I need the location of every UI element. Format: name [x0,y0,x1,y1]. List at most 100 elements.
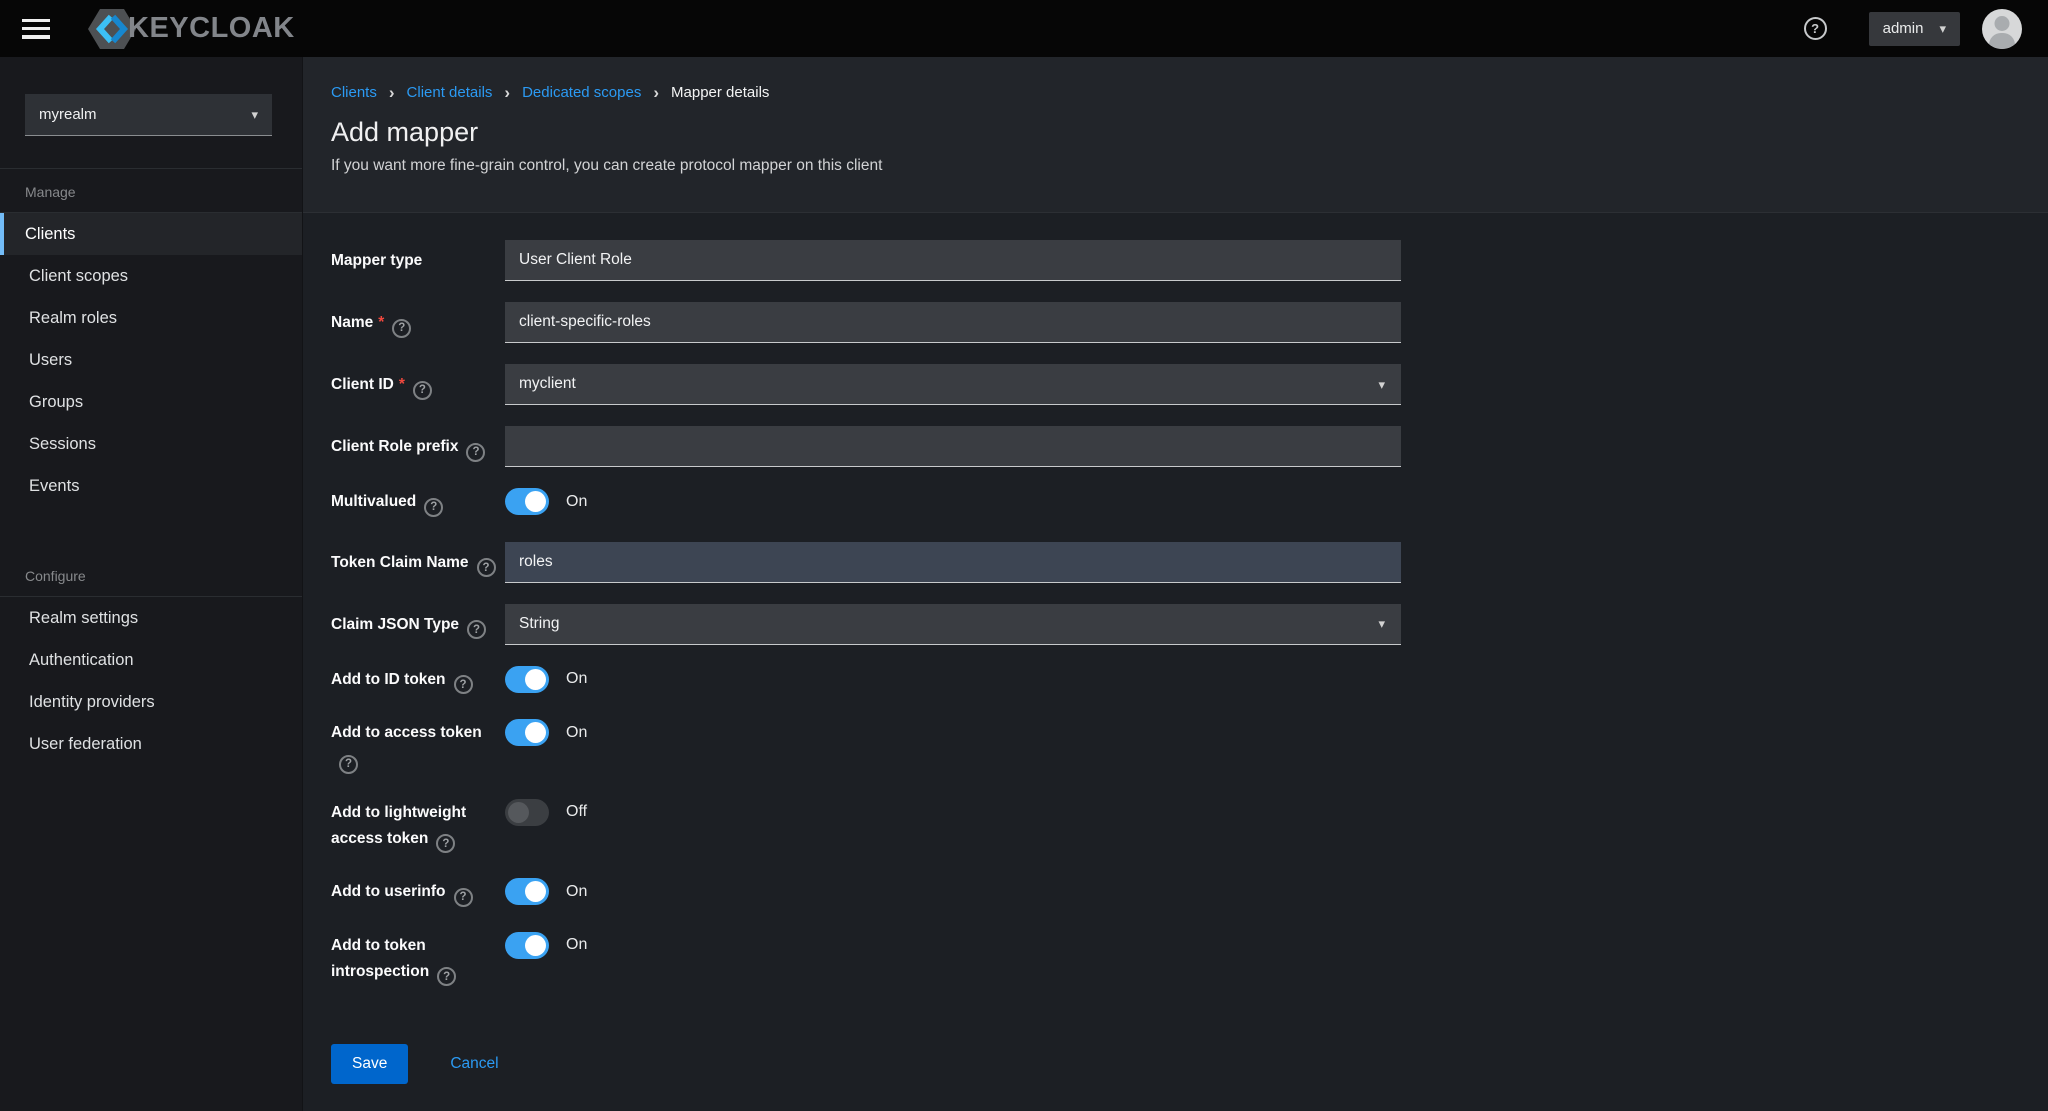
sidebar-item-identity-providers[interactable]: Identity providers [0,681,302,723]
sidebar-item-events[interactable]: Events [0,465,302,507]
toggle-state-label: On [566,670,587,688]
form-actions: Save Cancel [331,1044,2048,1084]
form-row-claim-json-type: Claim JSON Type? String ▾ [331,604,2048,645]
sidebar-item-sessions[interactable]: Sessions [0,423,302,465]
help-icon[interactable]: ? [454,675,473,694]
save-button[interactable]: Save [331,1044,408,1084]
help-icon[interactable]: ? [466,443,485,462]
claim-json-type-select[interactable]: String ▾ [505,604,1401,645]
caret-down-icon: ▾ [1378,617,1385,630]
required-asterisk: * [378,314,384,331]
add-to-id-token-toggle[interactable] [505,666,549,693]
breadcrumb-current: Mapper details [671,84,769,101]
sidebar-item-clients[interactable]: Clients [0,213,302,255]
sidebar-item-client-scopes[interactable]: Client scopes [0,255,302,297]
add-to-userinfo-toggle[interactable] [505,878,549,905]
keycloak-logo: KEYCLOAK [86,6,295,52]
name-input[interactable] [505,302,1401,343]
help-icon[interactable]: ? [413,381,432,400]
toggle-state-label: On [566,724,587,742]
token-claim-name-input[interactable] [505,542,1401,583]
add-to-lightweight-access-token-toggle[interactable] [505,799,549,826]
form-row-multivalued: Multivalued? On [331,488,2048,517]
sidebar-item-realm-roles[interactable]: Realm roles [0,297,302,339]
field-label: Add to token introspection? [331,932,501,987]
form-row-token-claim-name: Token Claim Name? [331,542,2048,583]
nav-group-title: Configure [0,553,302,596]
field-label: Multivalued? [331,488,501,517]
multivalued-toggle[interactable] [505,488,549,515]
help-icon[interactable]: ? [424,498,443,517]
sidebar-item-authentication[interactable]: Authentication [0,639,302,681]
add-mapper-form: Mapper type Name*? Client ID*? [303,213,2048,1111]
required-asterisk: * [399,376,405,393]
sidebar-item-users[interactable]: Users [0,339,302,381]
field-label: Client Role prefix? [331,426,501,462]
help-icon[interactable]: ? [477,558,496,577]
field-label: Token Claim Name? [331,542,501,578]
breadcrumb-link-dedicated-scopes[interactable]: Dedicated scopes [522,84,641,101]
chevron-right-icon: › [504,84,510,101]
sidebar-item-user-federation[interactable]: User federation [0,723,302,765]
realm-selector[interactable]: myrealm ▾ [25,94,272,136]
form-row-client-id: Client ID*? myclient ▾ [331,364,2048,405]
sidebar-item-groups[interactable]: Groups [0,381,302,423]
form-row-add-to-lightweight-access-token: Add to lightweight access token? Off [331,799,2048,854]
page-header: Clients › Client details › Dedicated sco… [303,57,2048,213]
field-label: Client ID*? [331,364,501,400]
add-to-token-introspection-toggle[interactable] [505,932,549,959]
user-menu-dropdown[interactable]: admin ▾ [1869,12,1960,46]
add-to-access-token-toggle[interactable] [505,719,549,746]
breadcrumb-link-clients[interactable]: Clients [331,84,377,101]
sidebar-item-realm-settings[interactable]: Realm settings [0,597,302,639]
avatar[interactable] [1982,9,2022,49]
page-title: Add mapper [331,115,2008,149]
form-row-add-to-access-token: Add to access token? On [331,719,2048,774]
caret-down-icon: ▾ [251,108,258,121]
field-label: Name*? [331,302,501,338]
help-icon[interactable]: ? [454,888,473,907]
field-label: Add to userinfo? [331,878,501,907]
mapper-type-input[interactable] [505,240,1401,281]
main-content: Clients › Client details › Dedicated sco… [303,57,2048,1111]
form-row-add-to-userinfo: Add to userinfo? On [331,878,2048,907]
cancel-link[interactable]: Cancel [450,1055,498,1073]
masthead: KEYCLOAK ? admin ▾ [0,0,2048,57]
form-row-add-to-id-token: Add to ID token? On [331,666,2048,695]
page-subtitle: If you want more fine-grain control, you… [331,155,2008,176]
help-icon[interactable]: ? [437,967,456,986]
brand-text: KEYCLOAK [128,12,295,45]
field-label: Claim JSON Type? [331,604,501,640]
chevron-right-icon: › [653,84,659,101]
toggle-state-label: On [566,883,587,901]
avatar-head-shape [1995,16,2010,31]
help-icon[interactable]: ? [339,755,358,774]
nav-toggle-hamburger-icon[interactable] [22,19,50,39]
help-icon[interactable]: ? [436,834,455,853]
caret-down-icon: ▾ [1378,378,1385,391]
client-role-prefix-input[interactable] [505,426,1401,467]
client-id-select[interactable]: myclient ▾ [505,364,1401,405]
field-label: Add to lightweight access token? [331,799,501,854]
help-icon[interactable]: ? [467,620,486,639]
toggle-state-label: On [566,493,587,511]
avatar-body-shape [1989,33,2015,49]
nav-group-manage: Manage Clients Client scopes Realm roles… [0,169,302,507]
chevron-right-icon: › [389,84,395,101]
form-row-add-to-token-introspection: Add to token introspection? On [331,932,2048,987]
field-label: Add to access token? [331,719,501,774]
field-label: Mapper type [331,240,501,274]
toggle-state-label: On [566,936,587,954]
breadcrumb-link-client-details[interactable]: Client details [407,84,493,101]
realm-selector-value: myrealm [39,106,97,123]
help-icon[interactable]: ? [1804,17,1827,40]
help-icon[interactable]: ? [392,319,411,338]
caret-down-icon: ▾ [1939,22,1946,35]
user-menu-label: admin [1883,20,1924,37]
form-row-name: Name*? [331,302,2048,343]
sidebar-nav: myrealm ▾ Manage Clients Client scopes R… [0,57,303,1111]
breadcrumb: Clients › Client details › Dedicated sco… [331,84,2008,101]
form-row-mapper-type: Mapper type [331,240,2048,281]
nav-group-configure: Configure Realm settings Authentication … [0,553,302,765]
nav-group-title: Manage [0,169,302,212]
